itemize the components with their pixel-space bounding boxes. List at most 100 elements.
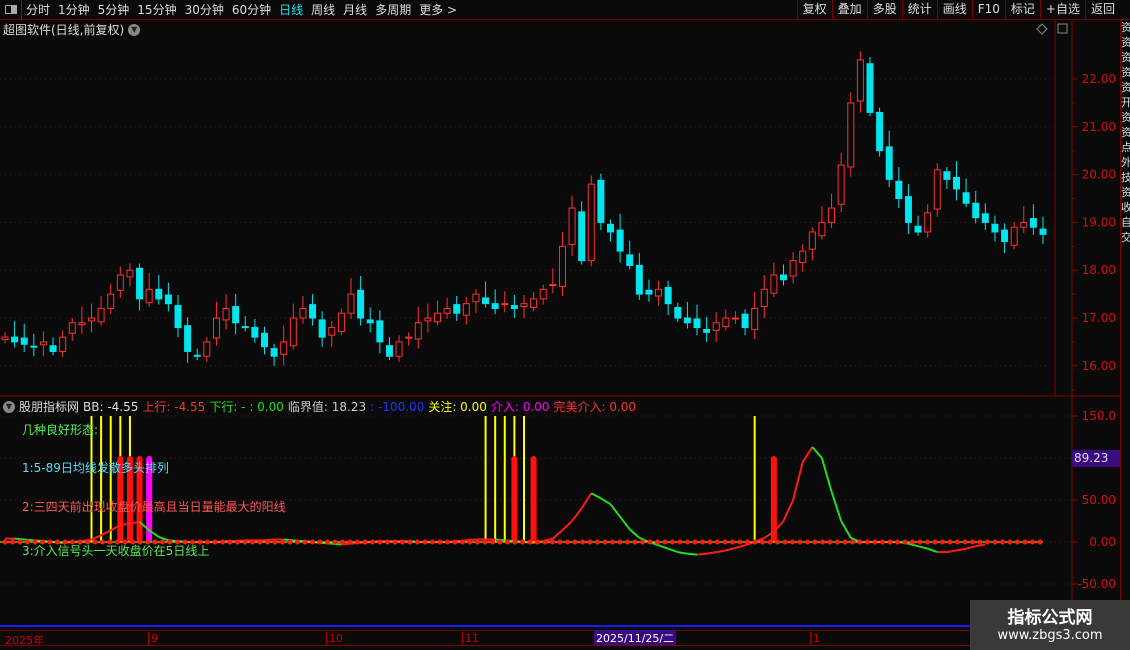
zero-dot [962,539,968,545]
info-cell[interactable]: 交 [1121,230,1130,245]
toolbar-button[interactable]: 返回 [1084,0,1120,20]
zero-dot [370,539,375,545]
note-3: 3:介入信号头一天收盘价在5日线上 [22,544,210,558]
indicator-line-segment [946,549,957,554]
zero-dot [692,539,698,545]
info-cell[interactable]: 资 [1121,35,1130,50]
zero-dot [827,539,833,545]
zero-dot [565,539,570,545]
candle-up [289,317,297,347]
indicator-name[interactable]: 股朋指标网 [19,398,79,415]
period-tab[interactable]: 月线 [339,1,371,18]
toolbar-button[interactable]: 叠加 [831,0,867,20]
indicator-line-segment [716,549,727,554]
info-cell[interactable]: 技 [1121,170,1130,185]
info-cell[interactable]: 外 [1121,155,1130,170]
toolbar-button[interactable]: 多股 [866,0,902,20]
zero-dot [737,539,743,545]
indicator-line-segment [975,543,986,548]
period-tab[interactable]: 30分钟 [181,1,228,18]
candle-down [241,326,249,329]
period-tab[interactable]: 60分钟 [228,1,275,18]
info-cell[interactable]: 资 [1121,185,1130,200]
zero-dot [250,539,255,545]
candle-up [770,274,778,294]
zero-dot [572,539,578,545]
zero-dot [302,539,308,545]
zero-dot [340,539,345,545]
zero-dot [902,539,908,545]
candle-down [174,305,182,329]
zero-dot [782,539,788,545]
period-tab[interactable]: 多周期 [371,1,415,18]
info-cell[interactable]: 资 [1121,125,1130,140]
indicator-line-segment [100,529,112,537]
candle-down [20,337,28,345]
zero-dot [895,539,900,545]
right-info-column: 资资资资资开资资点外技资收自交 [1120,20,1130,630]
period-tab[interactable]: 5分钟 [94,1,134,18]
toolbar-button[interactable]: 统计 [901,0,937,20]
zero-dot [685,539,690,545]
perfect-enter-value: 完美介入: 0.00 [553,400,637,414]
zero-dot [1022,539,1028,545]
zero-dot [1000,539,1005,545]
toolbar-button[interactable]: 画线 [936,0,972,20]
info-cell[interactable]: 开 [1121,95,1130,110]
candle-down [366,319,374,324]
panel-toggle-button[interactable] [0,0,22,20]
zero-dot [812,539,818,545]
current-date-label: 2025/11/25/二 [594,630,677,645]
layout-icon [1057,23,1068,34]
candle-up [828,207,836,223]
candle-down [1029,218,1037,228]
candle-up [760,288,768,308]
toolbar-button[interactable]: 复权 [796,0,832,20]
period-tab[interactable]: 日线 [275,1,307,18]
toolbar-button[interactable]: F10 [971,0,1005,20]
zero-dot [595,539,600,545]
zero-dot [632,539,638,545]
period-tab[interactable]: 分时 [22,1,54,18]
note-1: 1:5-89日均线发散多头排列 [22,461,169,475]
zero-dot [392,539,398,545]
chevron-down-icon[interactable]: ▼ [3,400,15,413]
zero-dot [452,539,458,545]
zero-dot [265,539,270,545]
candle-up [924,212,932,233]
info-cell[interactable]: 资 [1121,50,1130,65]
zero-dot [1037,539,1043,545]
watermark: 指标公式网 www.zbgs3.com [970,600,1130,650]
period-tab[interactable]: 15分钟 [133,1,180,18]
toolbar-button[interactable]: 标记 [1004,0,1040,20]
candle-up [414,322,422,340]
candle-up [126,269,134,278]
info-cell[interactable]: 资 [1121,110,1130,125]
zero-dot [730,539,735,545]
candle-down [251,327,259,338]
top-toolbar: 分时 1分钟 5分钟 15分钟 30分钟 60分钟 日线 周线 月线 多周期 更多 > 复权 叠加 多股… [0,0,1130,20]
period-tab[interactable]: 更多 > [415,1,461,18]
price-tick-label: 17.00 [1082,311,1116,325]
candle-up [539,288,547,300]
info-cell[interactable]: 自 [1121,215,1130,230]
zero-dot [377,539,383,545]
info-cell[interactable]: 点 [1121,140,1130,155]
info-cell[interactable]: 资 [1121,65,1130,80]
period-tab[interactable]: 1分钟 [54,1,94,18]
zero-dot [985,539,990,545]
zero-dot [655,539,660,545]
zero-dot [355,539,360,545]
indicator-tick-label: 0.00 [1089,535,1116,549]
chevron-down-icon[interactable]: ▼ [128,23,141,36]
price-tick-label: 16.00 [1082,359,1116,373]
info-cell[interactable]: 资 [1121,20,1130,35]
zero-dot [310,539,315,545]
info-cell[interactable]: 资 [1121,80,1130,95]
zero-dot [715,539,720,545]
candle-up [68,322,76,334]
info-cell[interactable]: 收 [1121,200,1130,215]
toolbar-button[interactable]: +自选 [1039,0,1085,20]
date-label: 2025年 [5,634,44,647]
period-tab[interactable]: 周线 [307,1,339,18]
